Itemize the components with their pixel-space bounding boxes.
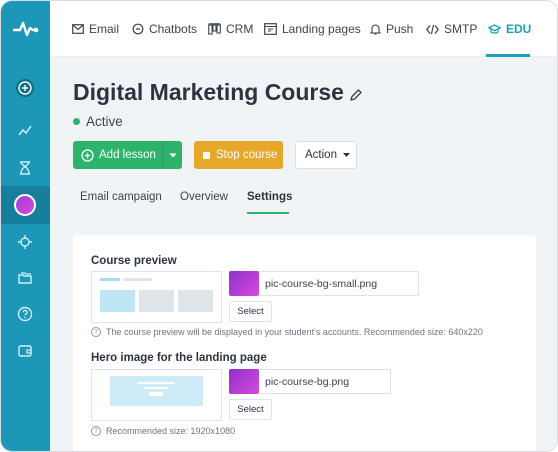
landing-page-icon	[264, 23, 277, 35]
course-preview-hint: ? The course preview will be displayed i…	[91, 327, 483, 337]
course-preview-file-field: pic-course-bg-small.png	[259, 271, 419, 296]
app-logo[interactable]	[1, 1, 50, 57]
hero-image-select-button[interactable]: Select	[229, 399, 272, 420]
stop-icon	[203, 151, 210, 159]
nav-landing-pages[interactable]: Landing pages	[264, 20, 361, 38]
course-tabs: Email campaign Overview Settings	[73, 187, 543, 215]
nav-crm-label: CRM	[226, 22, 254, 36]
add-lesson-label: Add lesson	[99, 149, 156, 161]
chevron-down-icon	[169, 153, 176, 157]
hero-image-file-field: pic-course-bg.png	[259, 369, 391, 394]
chevron-down-icon	[342, 153, 350, 157]
code-icon	[426, 24, 439, 34]
folders-icon[interactable]	[13, 266, 37, 290]
main-content: Digital Marketing Course Active Add less…	[50, 57, 557, 451]
pencil-icon[interactable]	[348, 87, 364, 103]
app-window: Email Chatbots CRM Landing pages Push SM…	[0, 0, 558, 452]
wallet-icon[interactable]	[13, 339, 37, 363]
action-label: Action	[305, 149, 337, 161]
question-icon: ?	[91, 327, 101, 337]
tab-settings[interactable]: Settings	[247, 191, 292, 203]
nav-edu[interactable]: EDU	[488, 20, 531, 38]
question-icon: ?	[91, 426, 101, 436]
status-indicator: Active	[73, 114, 123, 129]
course-preview-image	[91, 271, 222, 323]
course-preview-select-button[interactable]: Select	[229, 301, 272, 322]
settings-card: Course preview pic-course-bg-small.png S…	[73, 235, 536, 451]
envelope-icon	[72, 24, 84, 34]
plus-circle-icon	[81, 148, 94, 162]
hero-image-title: Hero image for the landing page	[91, 352, 267, 364]
graduation-cap-icon	[488, 23, 501, 34]
nav-edu-label: EDU	[506, 22, 532, 36]
chat-bubble-icon	[132, 23, 144, 35]
status-text: Active	[86, 114, 123, 129]
action-dropdown[interactable]: Action	[295, 141, 357, 169]
help-icon[interactable]	[13, 302, 37, 326]
tab-overview[interactable]: Overview	[180, 191, 228, 203]
course-preview-title: Course preview	[91, 255, 177, 267]
avatar[interactable]	[13, 193, 37, 217]
nav-smtp[interactable]: SMTP	[426, 20, 477, 38]
tab-active-indicator	[247, 212, 289, 214]
crm-board-icon	[208, 23, 221, 35]
nav-email[interactable]: Email	[72, 20, 119, 38]
page-title: Digital Marketing Course	[73, 79, 344, 105]
analytics-icon[interactable]	[13, 119, 37, 143]
nav-chatbots-label: Chatbots	[149, 22, 198, 36]
nav-crm[interactable]: CRM	[208, 20, 253, 38]
stop-course-button[interactable]: Stop course	[194, 141, 283, 169]
status-dot	[73, 118, 80, 125]
tab-email-campaign[interactable]: Email campaign	[80, 191, 162, 203]
bell-icon	[370, 24, 381, 35]
gear-icon[interactable]	[13, 230, 37, 254]
plus-circle-icon[interactable]	[13, 76, 37, 100]
hero-image-hint: ? Recommended size: 1920x1080	[91, 426, 235, 436]
hero-image-thumbnail	[229, 369, 259, 394]
nav-email-label: Email	[89, 22, 120, 36]
hero-image-hint-text: Recommended size: 1920x1080	[106, 426, 236, 436]
hourglass-icon[interactable]	[13, 156, 37, 180]
hero-image-preview	[91, 369, 222, 421]
course-preview-thumbnail	[229, 271, 259, 296]
sidebar	[1, 1, 50, 451]
nav-chatbots[interactable]: Chatbots	[132, 20, 197, 38]
nav-push-label: Push	[386, 22, 414, 36]
nav-push[interactable]: Push	[370, 20, 413, 38]
nav-landing-pages-label: Landing pages	[282, 22, 361, 36]
add-lesson-dropdown-toggle[interactable]	[162, 141, 182, 169]
stop-course-label: Stop course	[216, 149, 278, 161]
pulse-logo-icon	[12, 21, 38, 37]
course-preview-hint-text: The course preview will be displayed in …	[106, 327, 483, 337]
top-navigation: Email Chatbots CRM Landing pages Push SM…	[50, 1, 557, 57]
add-lesson-button[interactable]: Add lesson	[73, 141, 182, 169]
nav-smtp-label: SMTP	[444, 22, 478, 36]
